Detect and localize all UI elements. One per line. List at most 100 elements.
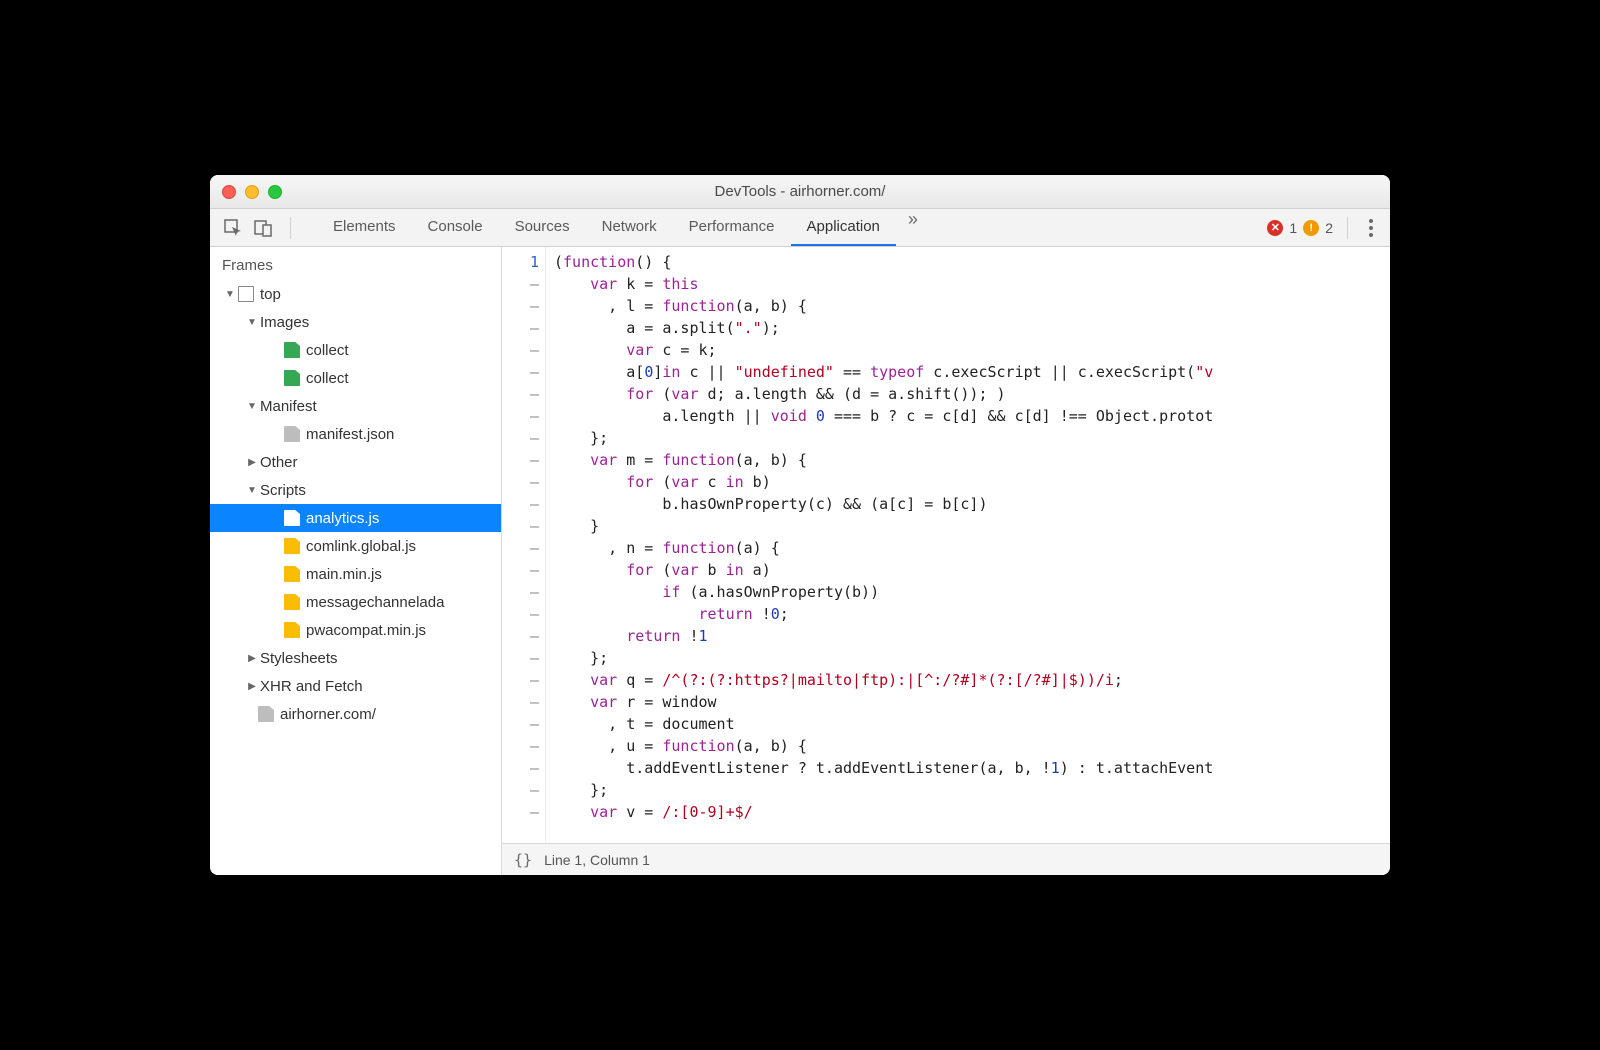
tree-group[interactable]: ▶Stylesheets — [210, 644, 501, 672]
tree-file[interactable]: manifest.json — [210, 420, 501, 448]
yellow-doc-icon — [284, 594, 300, 610]
tab-application[interactable]: Application — [791, 209, 896, 246]
pretty-print-button[interactable]: {} — [514, 851, 532, 869]
fold-marker[interactable]: – — [502, 515, 539, 537]
fold-marker[interactable]: – — [502, 713, 539, 735]
tree-item-label: analytics.js — [306, 510, 379, 527]
chevron-down-icon[interactable]: ▼ — [246, 485, 258, 496]
fold-marker[interactable]: – — [502, 625, 539, 647]
fold-marker[interactable]: – — [502, 559, 539, 581]
tree-file[interactable]: analytics.js — [210, 504, 501, 532]
settings-menu-button[interactable] — [1362, 219, 1380, 237]
code-line[interactable]: for (var b in a) — [554, 559, 1390, 581]
chevron-down-icon[interactable]: ▼ — [246, 401, 258, 412]
tab-elements[interactable]: Elements — [317, 209, 412, 246]
chevron-down-icon[interactable]: ▼ — [224, 289, 236, 300]
code-line[interactable]: a[0]in c || "undefined" == typeof c.exec… — [554, 361, 1390, 383]
code-line[interactable]: for (var d; a.length && (d = a.shift());… — [554, 383, 1390, 405]
issue-counters[interactable]: ✕ 1 ! 2 — [1267, 220, 1333, 236]
code-line[interactable]: for (var c in b) — [554, 471, 1390, 493]
code-line[interactable]: , n = function(a) { — [554, 537, 1390, 559]
frames-tree: ▼top▼Imagescollectcollect▼Manifestmanife… — [210, 280, 501, 728]
code-line[interactable]: }; — [554, 779, 1390, 801]
fold-marker[interactable]: – — [502, 757, 539, 779]
fold-marker[interactable]: – — [502, 317, 539, 339]
chevron-down-icon[interactable]: ▼ — [246, 317, 258, 328]
tree-frame-top[interactable]: ▼top — [210, 280, 501, 308]
chevron-right-icon[interactable]: ▶ — [246, 653, 258, 664]
fold-marker[interactable]: – — [502, 493, 539, 515]
chevron-right-icon[interactable]: ▶ — [246, 457, 258, 468]
tree-file[interactable]: airhorner.com/ — [210, 700, 501, 728]
code-line[interactable]: return !0; — [554, 603, 1390, 625]
fold-marker[interactable]: – — [502, 691, 539, 713]
code-line[interactable]: t.addEventListener ? t.addEventListener(… — [554, 757, 1390, 779]
tab-sources[interactable]: Sources — [499, 209, 586, 246]
fold-marker[interactable]: – — [502, 735, 539, 757]
code-line[interactable]: }; — [554, 647, 1390, 669]
fold-marker[interactable]: – — [502, 603, 539, 625]
code-line[interactable]: a = a.split("."); — [554, 317, 1390, 339]
fold-marker[interactable]: – — [502, 471, 539, 493]
fold-marker[interactable]: – — [502, 537, 539, 559]
code-line[interactable]: var k = this — [554, 273, 1390, 295]
code-line[interactable]: }; — [554, 427, 1390, 449]
tree-file[interactable]: main.min.js — [210, 560, 501, 588]
fold-marker[interactable]: – — [502, 361, 539, 383]
line-number[interactable]: 1 — [502, 251, 539, 273]
fold-marker[interactable]: – — [502, 339, 539, 361]
tabs-overflow-button[interactable]: » — [896, 209, 930, 246]
code-area[interactable]: 1––––––––––––––––––––––––– (function() {… — [502, 247, 1390, 843]
code-line[interactable]: var v = /:[0-9]+$/ — [554, 801, 1390, 823]
chevron-right-icon[interactable]: ▶ — [246, 681, 258, 692]
minimize-window-button[interactable] — [245, 185, 259, 199]
fold-marker[interactable]: – — [502, 405, 539, 427]
tree-group[interactable]: ▼Scripts — [210, 476, 501, 504]
code-line[interactable]: if (a.hasOwnProperty(b)) — [554, 581, 1390, 603]
tree-group[interactable]: ▼Manifest — [210, 392, 501, 420]
fold-marker[interactable]: – — [502, 779, 539, 801]
tree-file[interactable]: comlink.global.js — [210, 532, 501, 560]
tree-group[interactable]: ▶Other — [210, 448, 501, 476]
fold-marker[interactable]: – — [502, 647, 539, 669]
line-gutter[interactable]: 1––––––––––––––––––––––––– — [502, 247, 546, 843]
code-line[interactable]: var m = function(a, b) { — [554, 449, 1390, 471]
tree-group[interactable]: ▶XHR and Fetch — [210, 672, 501, 700]
tree-file[interactable]: collect — [210, 336, 501, 364]
fold-marker[interactable]: – — [502, 581, 539, 603]
code-line[interactable]: , t = document — [554, 713, 1390, 735]
code-line[interactable]: a.length || void 0 === b ? c = c[d] && c… — [554, 405, 1390, 427]
cursor-position: Line 1, Column 1 — [544, 852, 650, 868]
tab-console[interactable]: Console — [412, 209, 499, 246]
tree-file[interactable]: messagechannelada — [210, 588, 501, 616]
code-line[interactable]: var q = /^(?:(?:https?|mailto|ftp):|[^:/… — [554, 669, 1390, 691]
tab-performance[interactable]: Performance — [673, 209, 791, 246]
sidebar-section-header: Frames — [210, 247, 501, 280]
code-line[interactable]: var r = window — [554, 691, 1390, 713]
fold-marker[interactable]: – — [502, 383, 539, 405]
fold-marker[interactable]: – — [502, 273, 539, 295]
code-line[interactable]: (function() { — [554, 251, 1390, 273]
code-line[interactable]: b.hasOwnProperty(c) && (a[c] = b[c]) — [554, 493, 1390, 515]
fold-marker[interactable]: – — [502, 669, 539, 691]
code-content[interactable]: (function() { var k = this , l = functio… — [546, 247, 1390, 843]
code-line[interactable]: , u = function(a, b) { — [554, 735, 1390, 757]
close-window-button[interactable] — [222, 185, 236, 199]
tree-group[interactable]: ▼Images — [210, 308, 501, 336]
devtools-window: DevTools - airhorner.com/ Elements Conso… — [210, 175, 1390, 875]
zoom-window-button[interactable] — [268, 185, 282, 199]
code-line[interactable]: , l = function(a, b) { — [554, 295, 1390, 317]
fold-marker[interactable]: – — [502, 449, 539, 471]
code-line[interactable]: } — [554, 515, 1390, 537]
tree-file[interactable]: pwacompat.min.js — [210, 616, 501, 644]
inspect-element-icon[interactable] — [220, 215, 246, 241]
fold-marker[interactable]: – — [502, 801, 539, 823]
code-line[interactable]: var c = k; — [554, 339, 1390, 361]
tree-file[interactable]: collect — [210, 364, 501, 392]
code-line[interactable]: return !1 — [554, 625, 1390, 647]
fold-marker[interactable]: – — [502, 295, 539, 317]
frames-sidebar: Frames ▼top▼Imagescollectcollect▼Manifes… — [210, 247, 502, 875]
device-toolbar-icon[interactable] — [250, 215, 276, 241]
tab-network[interactable]: Network — [586, 209, 673, 246]
fold-marker[interactable]: – — [502, 427, 539, 449]
